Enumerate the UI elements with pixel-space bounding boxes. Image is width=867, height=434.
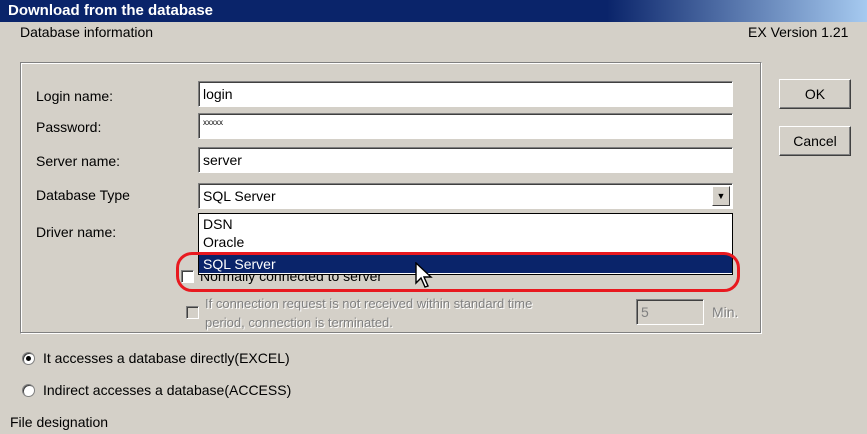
dropdown-option-dsn[interactable]: DSN — [199, 215, 732, 233]
dbtype-label: Database Type — [36, 187, 130, 203]
timeout-minutes-input[interactable]: 5 — [636, 299, 704, 325]
ok-button[interactable]: OK — [779, 79, 851, 109]
dropdown-option-sql-server[interactable]: SQL Server — [199, 255, 732, 273]
connected-checkbox[interactable] — [181, 270, 194, 283]
server-name-input[interactable]: server — [198, 147, 733, 173]
direct-access-label: It accesses a database directly(EXCEL) — [43, 350, 290, 366]
database-type-dropdown[interactable]: DSN Oracle SQL Server — [198, 213, 733, 275]
indirect-access-label: Indirect accesses a database(ACCESS) — [43, 382, 292, 398]
version-label: EX Version 1.21 — [748, 24, 849, 40]
title-bar: Download from the database — [0, 0, 867, 22]
timeout-text-line1: If connection request is not received wi… — [205, 296, 533, 311]
indirect-access-radio[interactable] — [22, 384, 35, 397]
timeout-unit-label: Min. — [712, 304, 739, 320]
cancel-button[interactable]: Cancel — [779, 126, 851, 156]
login-name-input[interactable]: login — [198, 81, 733, 107]
login-label: Login name: — [36, 88, 114, 104]
driver-label: Driver name: — [36, 224, 117, 240]
direct-access-radio[interactable] — [22, 352, 35, 365]
password-label: Password: — [36, 119, 102, 135]
timeout-checkbox[interactable] — [186, 306, 199, 319]
database-info-label: Database information — [20, 24, 154, 40]
database-type-value: SQL Server — [203, 188, 276, 204]
window-title: Download from the database — [8, 2, 214, 19]
dropdown-option-oracle[interactable]: Oracle — [199, 233, 732, 251]
server-label: Server name: — [36, 153, 121, 169]
radio-selected-dot — [26, 356, 31, 361]
timeout-text-line2: period, connection is terminated. — [205, 315, 393, 330]
file-designation-label: File designation — [10, 414, 109, 430]
chevron-down-icon[interactable]: ▼ — [712, 186, 730, 206]
database-type-select[interactable]: SQL Server ▼ — [198, 183, 733, 209]
mouse-cursor-icon — [415, 262, 433, 288]
dialog-window: Download from the database Database info… — [0, 0, 867, 434]
password-input[interactable]: xxxxx — [198, 113, 733, 139]
